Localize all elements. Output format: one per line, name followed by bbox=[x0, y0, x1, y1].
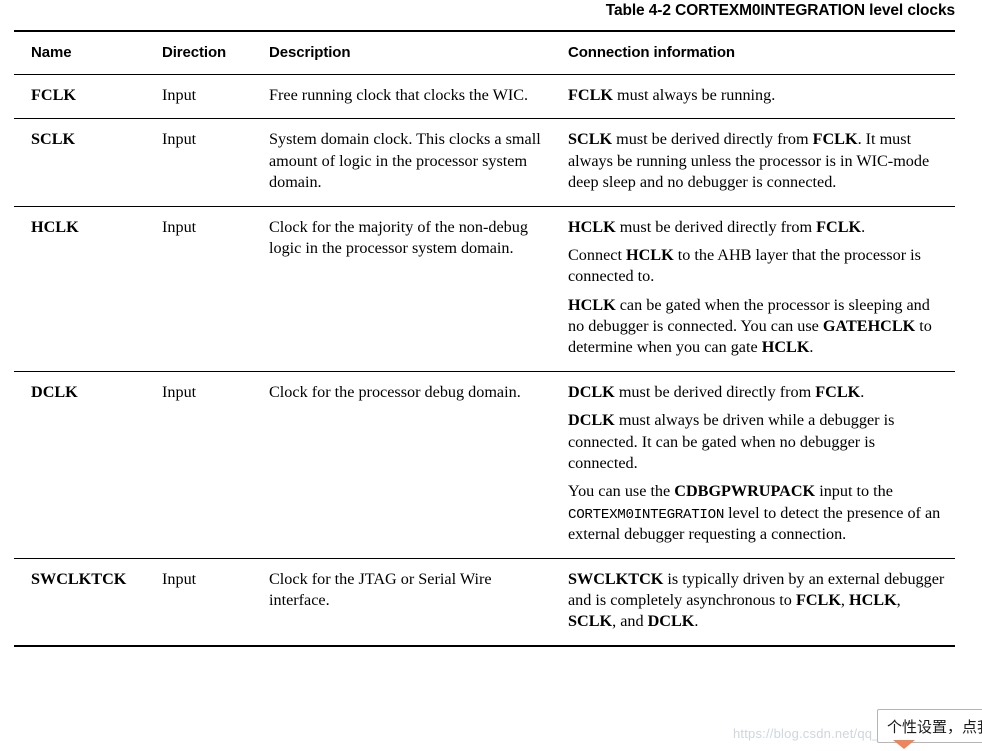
table-row: FCLK Input Free running clock that clocks … bbox=[14, 74, 955, 120]
settings-tooltip-label: 个性设置，点我 bbox=[887, 717, 982, 736]
cell-connection-information: DCLK must be derived directly from FCLK.… bbox=[568, 371, 955, 559]
signal-reference: FCLK bbox=[568, 86, 613, 104]
signal-reference: HCLK bbox=[761, 338, 810, 357]
cell-description: Free running clock that clocks the WIC. bbox=[269, 74, 568, 120]
tooltip-arrow-icon bbox=[893, 740, 915, 749]
text-run: must be derived directly from bbox=[614, 382, 816, 401]
table-caption-text: Table 4-2 CORTEXM0INTEGRATION level cloc… bbox=[605, 2, 955, 19]
column-header-direction: Direction bbox=[162, 30, 269, 75]
cell-signal-name: FCLK bbox=[14, 74, 162, 120]
signal-reference: HCLK bbox=[626, 245, 674, 264]
cell-description: System domain clock. This clocks a small… bbox=[269, 118, 568, 207]
cell-signal-name: DCLK bbox=[14, 371, 162, 559]
cell-signal-name: SWCLKTCK bbox=[14, 558, 162, 647]
cell-description: Clock for the JTAG or Serial Wire interf… bbox=[269, 558, 568, 647]
cell-signal-name: HCLK bbox=[14, 206, 162, 372]
column-header-description: Description bbox=[269, 30, 568, 75]
text-run: . bbox=[809, 338, 814, 357]
connection-paragraph: HCLK must be derived directly from FCLK. bbox=[568, 217, 947, 238]
cell-connection-information: FCLK must always be running. bbox=[568, 74, 955, 120]
table-row: DCLK Input Clock for the processor debug d… bbox=[14, 371, 955, 559]
cell-direction: Input bbox=[162, 118, 269, 207]
cell-connection-information: SWCLKTCK is typically driven by an exter… bbox=[568, 558, 955, 647]
table-header: Name Direction Description Connection in… bbox=[14, 30, 955, 75]
text-run: You can use the bbox=[568, 482, 675, 501]
text-run: . bbox=[861, 217, 866, 236]
signal-reference: SCLK bbox=[568, 130, 613, 149]
table-row: SWCLKTCK Input Clock for the JTAG or Seria… bbox=[14, 558, 955, 647]
connection-paragraph: SWCLKTCK is typically driven by an exter… bbox=[568, 569, 947, 633]
table-row: SCLK Input System domain clock. This clock… bbox=[14, 118, 955, 207]
cell-direction: Input bbox=[162, 74, 269, 120]
cell-direction: Input bbox=[162, 206, 269, 372]
signal-reference: FCLK bbox=[816, 217, 862, 236]
connection-paragraph: You can use the CDBGPWRUPACK input to th… bbox=[568, 481, 947, 545]
signal-reference: HCLK bbox=[849, 591, 897, 610]
text-run: , bbox=[896, 591, 901, 610]
signal-reference: FCLK bbox=[815, 382, 861, 401]
signal-reference: GATEHCLK bbox=[822, 317, 916, 335]
text-run: . bbox=[860, 382, 865, 401]
connection-paragraph: HCLK can be gated when the processor is … bbox=[568, 295, 947, 359]
signal-reference: DCLK bbox=[568, 382, 615, 401]
text-run: , and bbox=[612, 612, 648, 631]
connection-paragraph: DCLK must always be driven while a debug… bbox=[568, 410, 947, 474]
signal-reference: SCLK bbox=[568, 612, 613, 631]
table-row: HCLK Input Clock for the majority of the n… bbox=[14, 206, 955, 372]
connection-paragraph: SCLK must be derived directly from FCLK.… bbox=[568, 129, 947, 193]
connection-paragraph: FCLK must always be running. bbox=[568, 85, 947, 106]
cell-direction: Input bbox=[162, 558, 269, 647]
text-run: , bbox=[840, 591, 849, 610]
text-run: Connect bbox=[568, 245, 626, 264]
connection-paragraph: Connect HCLK to the AHB layer that the p… bbox=[568, 245, 947, 288]
table-body: FCLK Input Free running clock that clocks … bbox=[14, 74, 955, 647]
table-caption: Table 4-2 CORTEXM0INTEGRATION level cloc… bbox=[0, 2, 955, 20]
text-run: must always be running. bbox=[612, 86, 776, 104]
signal-reference: HCLK bbox=[568, 295, 616, 314]
table-header-row: Name Direction Description Connection in… bbox=[14, 30, 955, 75]
clocks-table: Name Direction Description Connection in… bbox=[14, 30, 955, 647]
text-run: must be derived directly from bbox=[615, 217, 817, 236]
signal-reference: HCLK bbox=[568, 217, 616, 236]
column-header-name: Name bbox=[14, 30, 162, 75]
connection-paragraph: DCLK must be derived directly from FCLK. bbox=[568, 382, 947, 403]
cell-signal-name: SCLK bbox=[14, 118, 162, 207]
signal-reference: DCLK bbox=[568, 411, 615, 430]
cell-direction: Input bbox=[162, 371, 269, 559]
signal-reference: SWCLKTCK bbox=[568, 569, 664, 588]
cell-connection-information: HCLK must be derived directly from FCLK.… bbox=[568, 206, 955, 372]
code-reference: CORTEXM0INTEGRATION bbox=[568, 506, 725, 523]
cell-connection-information: SCLK must be derived directly from FCLK.… bbox=[568, 118, 955, 207]
signal-reference: DCLK bbox=[647, 612, 695, 631]
signal-reference: FCLK bbox=[795, 591, 841, 610]
signal-reference: FCLK bbox=[812, 130, 858, 149]
text-run: input to the bbox=[815, 482, 893, 501]
cell-description: Clock for the majority of the non-debug … bbox=[269, 206, 568, 372]
settings-tooltip-popup[interactable]: 个性设置，点我 bbox=[877, 709, 982, 743]
text-run: . bbox=[694, 612, 699, 631]
cell-description: Clock for the processor debug domain. bbox=[269, 371, 568, 559]
signal-reference: CDBGPWRUPACK bbox=[674, 482, 816, 501]
text-run: must be derived directly from bbox=[612, 130, 813, 149]
text-run: must always be driven while a debugger i… bbox=[568, 411, 895, 472]
column-header-connection: Connection information bbox=[568, 30, 955, 75]
